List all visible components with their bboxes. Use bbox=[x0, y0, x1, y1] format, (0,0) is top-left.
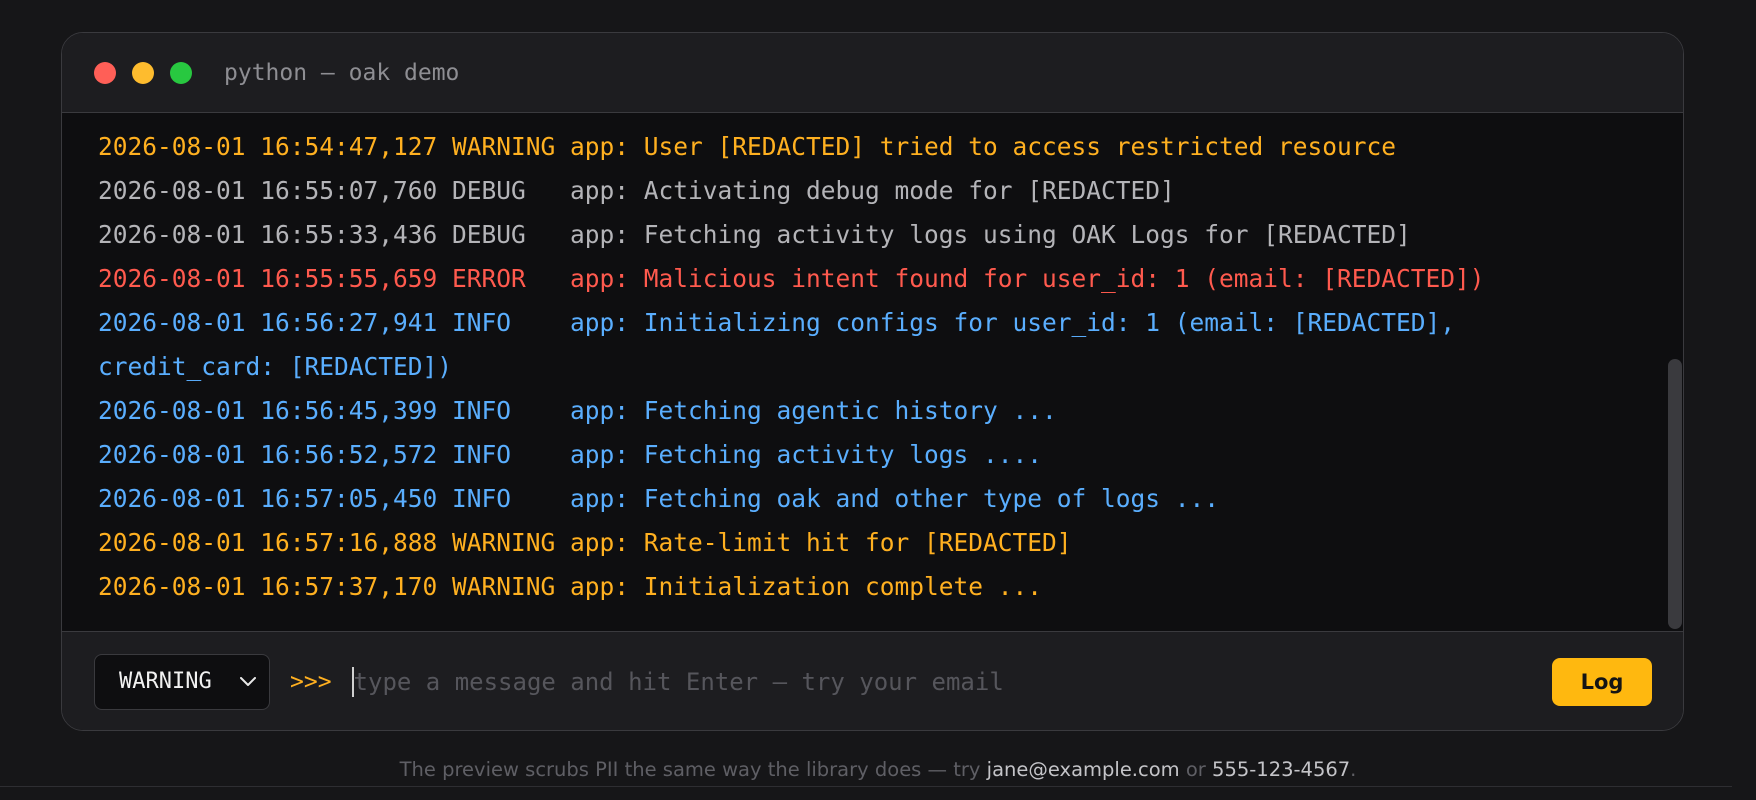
footer-prefix: The preview scrubs PII the same way the … bbox=[399, 758, 987, 781]
log-line: 2026-08-01 16:57:37,170 WARNING app: Ini… bbox=[98, 572, 1043, 601]
log-line: 2026-08-01 16:56:45,399 INFO app: Fetchi… bbox=[98, 396, 1057, 425]
level-select-value: WARNING bbox=[119, 669, 212, 694]
window-title: python — oak demo bbox=[224, 59, 460, 86]
terminal-window: python — oak demo 2026-08-01 16:54:47,12… bbox=[61, 32, 1684, 731]
footer-email-example: jane@example.com bbox=[986, 758, 1180, 781]
footer-phone-example: 555-123-4567 bbox=[1212, 758, 1351, 781]
title-bar: python — oak demo bbox=[62, 33, 1683, 113]
log-lines-container: 2026-08-01 16:54:47,127 WARNING app: Use… bbox=[98, 125, 1623, 609]
message-input[interactable] bbox=[353, 667, 1552, 696]
footer-suffix: . bbox=[1350, 758, 1357, 781]
scrollbar-track[interactable] bbox=[1667, 113, 1683, 631]
log-line: 2026-08-01 16:56:52,572 INFO app: Fetchi… bbox=[98, 440, 1043, 469]
log-line: 2026-08-01 16:57:16,888 WARNING app: Rat… bbox=[98, 528, 1072, 557]
prompt-symbol: >>> bbox=[290, 668, 332, 695]
log-line: 2026-08-01 16:57:05,450 INFO app: Fetchi… bbox=[98, 484, 1220, 513]
log-line: 2026-08-01 16:56:27,941 INFO app: Initia… bbox=[98, 308, 1470, 381]
level-select[interactable]: WARNING bbox=[94, 653, 270, 710]
minimize-dot-icon[interactable] bbox=[132, 61, 154, 84]
maximize-dot-icon[interactable] bbox=[170, 61, 192, 84]
footer-divider bbox=[0, 786, 1732, 787]
log-line: 2026-08-01 16:54:47,127 WARNING app: Use… bbox=[98, 132, 1397, 161]
log-line: 2026-08-01 16:55:55,659 ERROR app: Malic… bbox=[98, 264, 1485, 293]
chevron-down-icon bbox=[237, 671, 259, 693]
close-dot-icon[interactable] bbox=[94, 61, 116, 84]
log-output[interactable]: 2026-08-01 16:54:47,127 WARNING app: Use… bbox=[62, 113, 1683, 631]
log-line: 2026-08-01 16:55:33,436 DEBUG app: Fetch… bbox=[98, 220, 1411, 249]
input-bar: WARNING >>> Log bbox=[62, 631, 1683, 730]
log-button[interactable]: Log bbox=[1552, 657, 1652, 706]
footer-note: The preview scrubs PII the same way the … bbox=[0, 758, 1756, 781]
log-line: 2026-08-01 16:55:07,760 DEBUG app: Activ… bbox=[98, 176, 1175, 205]
footer-middle: or bbox=[1179, 758, 1213, 781]
scrollbar-thumb[interactable] bbox=[1668, 359, 1682, 629]
